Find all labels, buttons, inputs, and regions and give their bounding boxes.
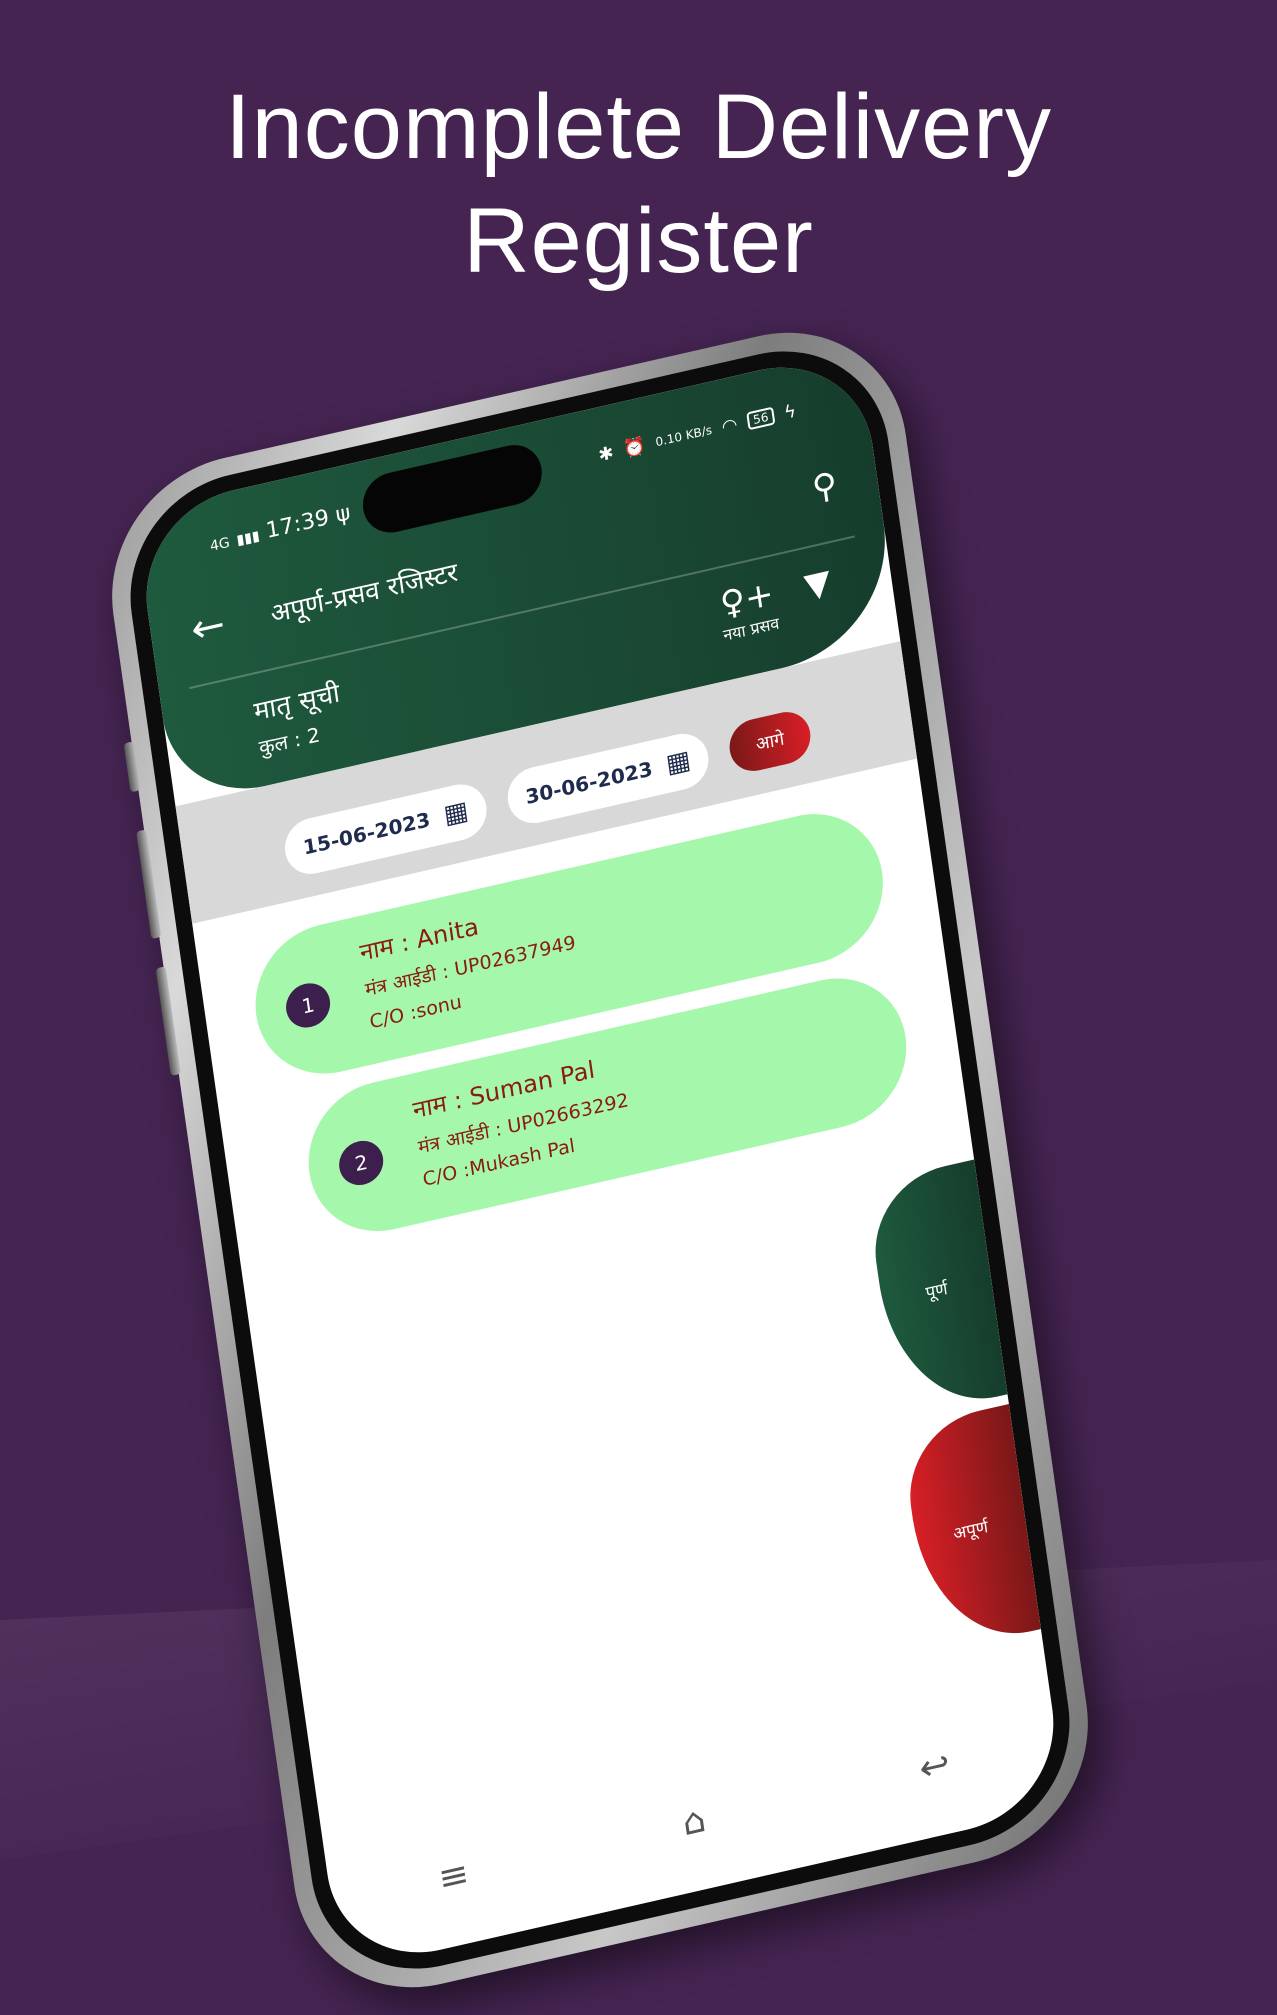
status-right: ✱ ⏰ 0.10 KB/s ◠ 56 ϟ xyxy=(597,400,797,466)
calendar-icon: ▦ xyxy=(664,744,693,780)
home-icon[interactable]: ⌂ xyxy=(680,1799,708,1844)
tab-incomplete[interactable]: अपूर्ण xyxy=(899,1404,1041,1654)
system-nav-bar: ≡ ⌂ ↩ xyxy=(327,1709,1060,1933)
signal-icon: ▮▮▮ xyxy=(235,527,261,549)
speed-label: 0.10 KB/s xyxy=(654,422,713,450)
item-index-badge: 1 xyxy=(283,978,333,1032)
dynamic-island xyxy=(359,439,546,539)
phone-body: 4G ▮▮▮ 17:39 ψ ✱ ⏰ 0.10 KB/s ◠ 56 ϟ ← अप… xyxy=(95,306,1105,2014)
phone-frame: 4G ▮▮▮ 17:39 ψ ✱ ⏰ 0.10 KB/s ◠ 56 ϟ ← अप… xyxy=(95,306,1105,2014)
status-time: 17:39 xyxy=(264,504,331,544)
phone-action-button xyxy=(123,741,141,793)
phone-volume-down-button xyxy=(155,966,181,1077)
back-arrow-icon[interactable]: ← xyxy=(188,595,254,654)
usb-icon: ψ xyxy=(334,499,352,528)
promo-headline: Incomplete Delivery Register xyxy=(0,70,1277,298)
phone-mockup: 4G ▮▮▮ 17:39 ψ ✱ ⏰ 0.10 KB/s ◠ 56 ϟ ← अप… xyxy=(95,306,1105,2014)
menu-icon[interactable]: ≡ xyxy=(436,1853,472,1900)
calendar-icon: ▦ xyxy=(441,795,471,831)
tab-complete[interactable]: पूर्ण xyxy=(865,1159,1008,1420)
network-label: 4G xyxy=(208,534,231,555)
battery-level: 56 xyxy=(752,409,770,428)
item-index-badge: 2 xyxy=(336,1136,387,1190)
header-actions: ♀+ नया प्रसव ▼ xyxy=(716,562,838,666)
status-left: 4G ▮▮▮ 17:39 ψ xyxy=(208,500,352,556)
headline-line-2: Register xyxy=(463,190,814,292)
phone-volume-up-button xyxy=(136,829,162,940)
charging-icon: ϟ xyxy=(782,400,798,424)
phone-bezel: 4G ▮▮▮ 17:39 ψ ✱ ⏰ 0.10 KB/s ◠ 56 ϟ ← अप… xyxy=(115,328,1085,1992)
to-date-value: 30-06-2023 xyxy=(523,756,654,810)
alarm-icon: ⏰ xyxy=(621,434,648,461)
to-date-picker[interactable]: 30-06-2023 ▦ xyxy=(503,728,713,829)
battery-icon: 56 xyxy=(746,406,776,431)
filter-icon[interactable]: ▼ xyxy=(802,562,833,607)
return-icon[interactable]: ↩ xyxy=(917,1743,953,1790)
bluetooth-icon: ✱ xyxy=(597,441,615,466)
list-info: मातृ सूची कुल : 2 xyxy=(251,674,347,772)
from-date-value: 15-06-2023 xyxy=(301,807,432,860)
from-date-picker[interactable]: 15-06-2023 ▦ xyxy=(281,778,490,880)
phone-screen: 4G ▮▮▮ 17:39 ψ ✱ ⏰ 0.10 KB/s ◠ 56 ϟ ← अप… xyxy=(133,347,1067,1973)
next-button[interactable]: आगे xyxy=(726,707,814,777)
wifi-icon: ◠ xyxy=(720,413,739,438)
new-delivery-button[interactable]: ♀+ नया प्रसव xyxy=(716,574,781,645)
search-icon[interactable]: ⚲ xyxy=(810,464,840,509)
headline-line-1: Incomplete Delivery xyxy=(225,76,1052,178)
